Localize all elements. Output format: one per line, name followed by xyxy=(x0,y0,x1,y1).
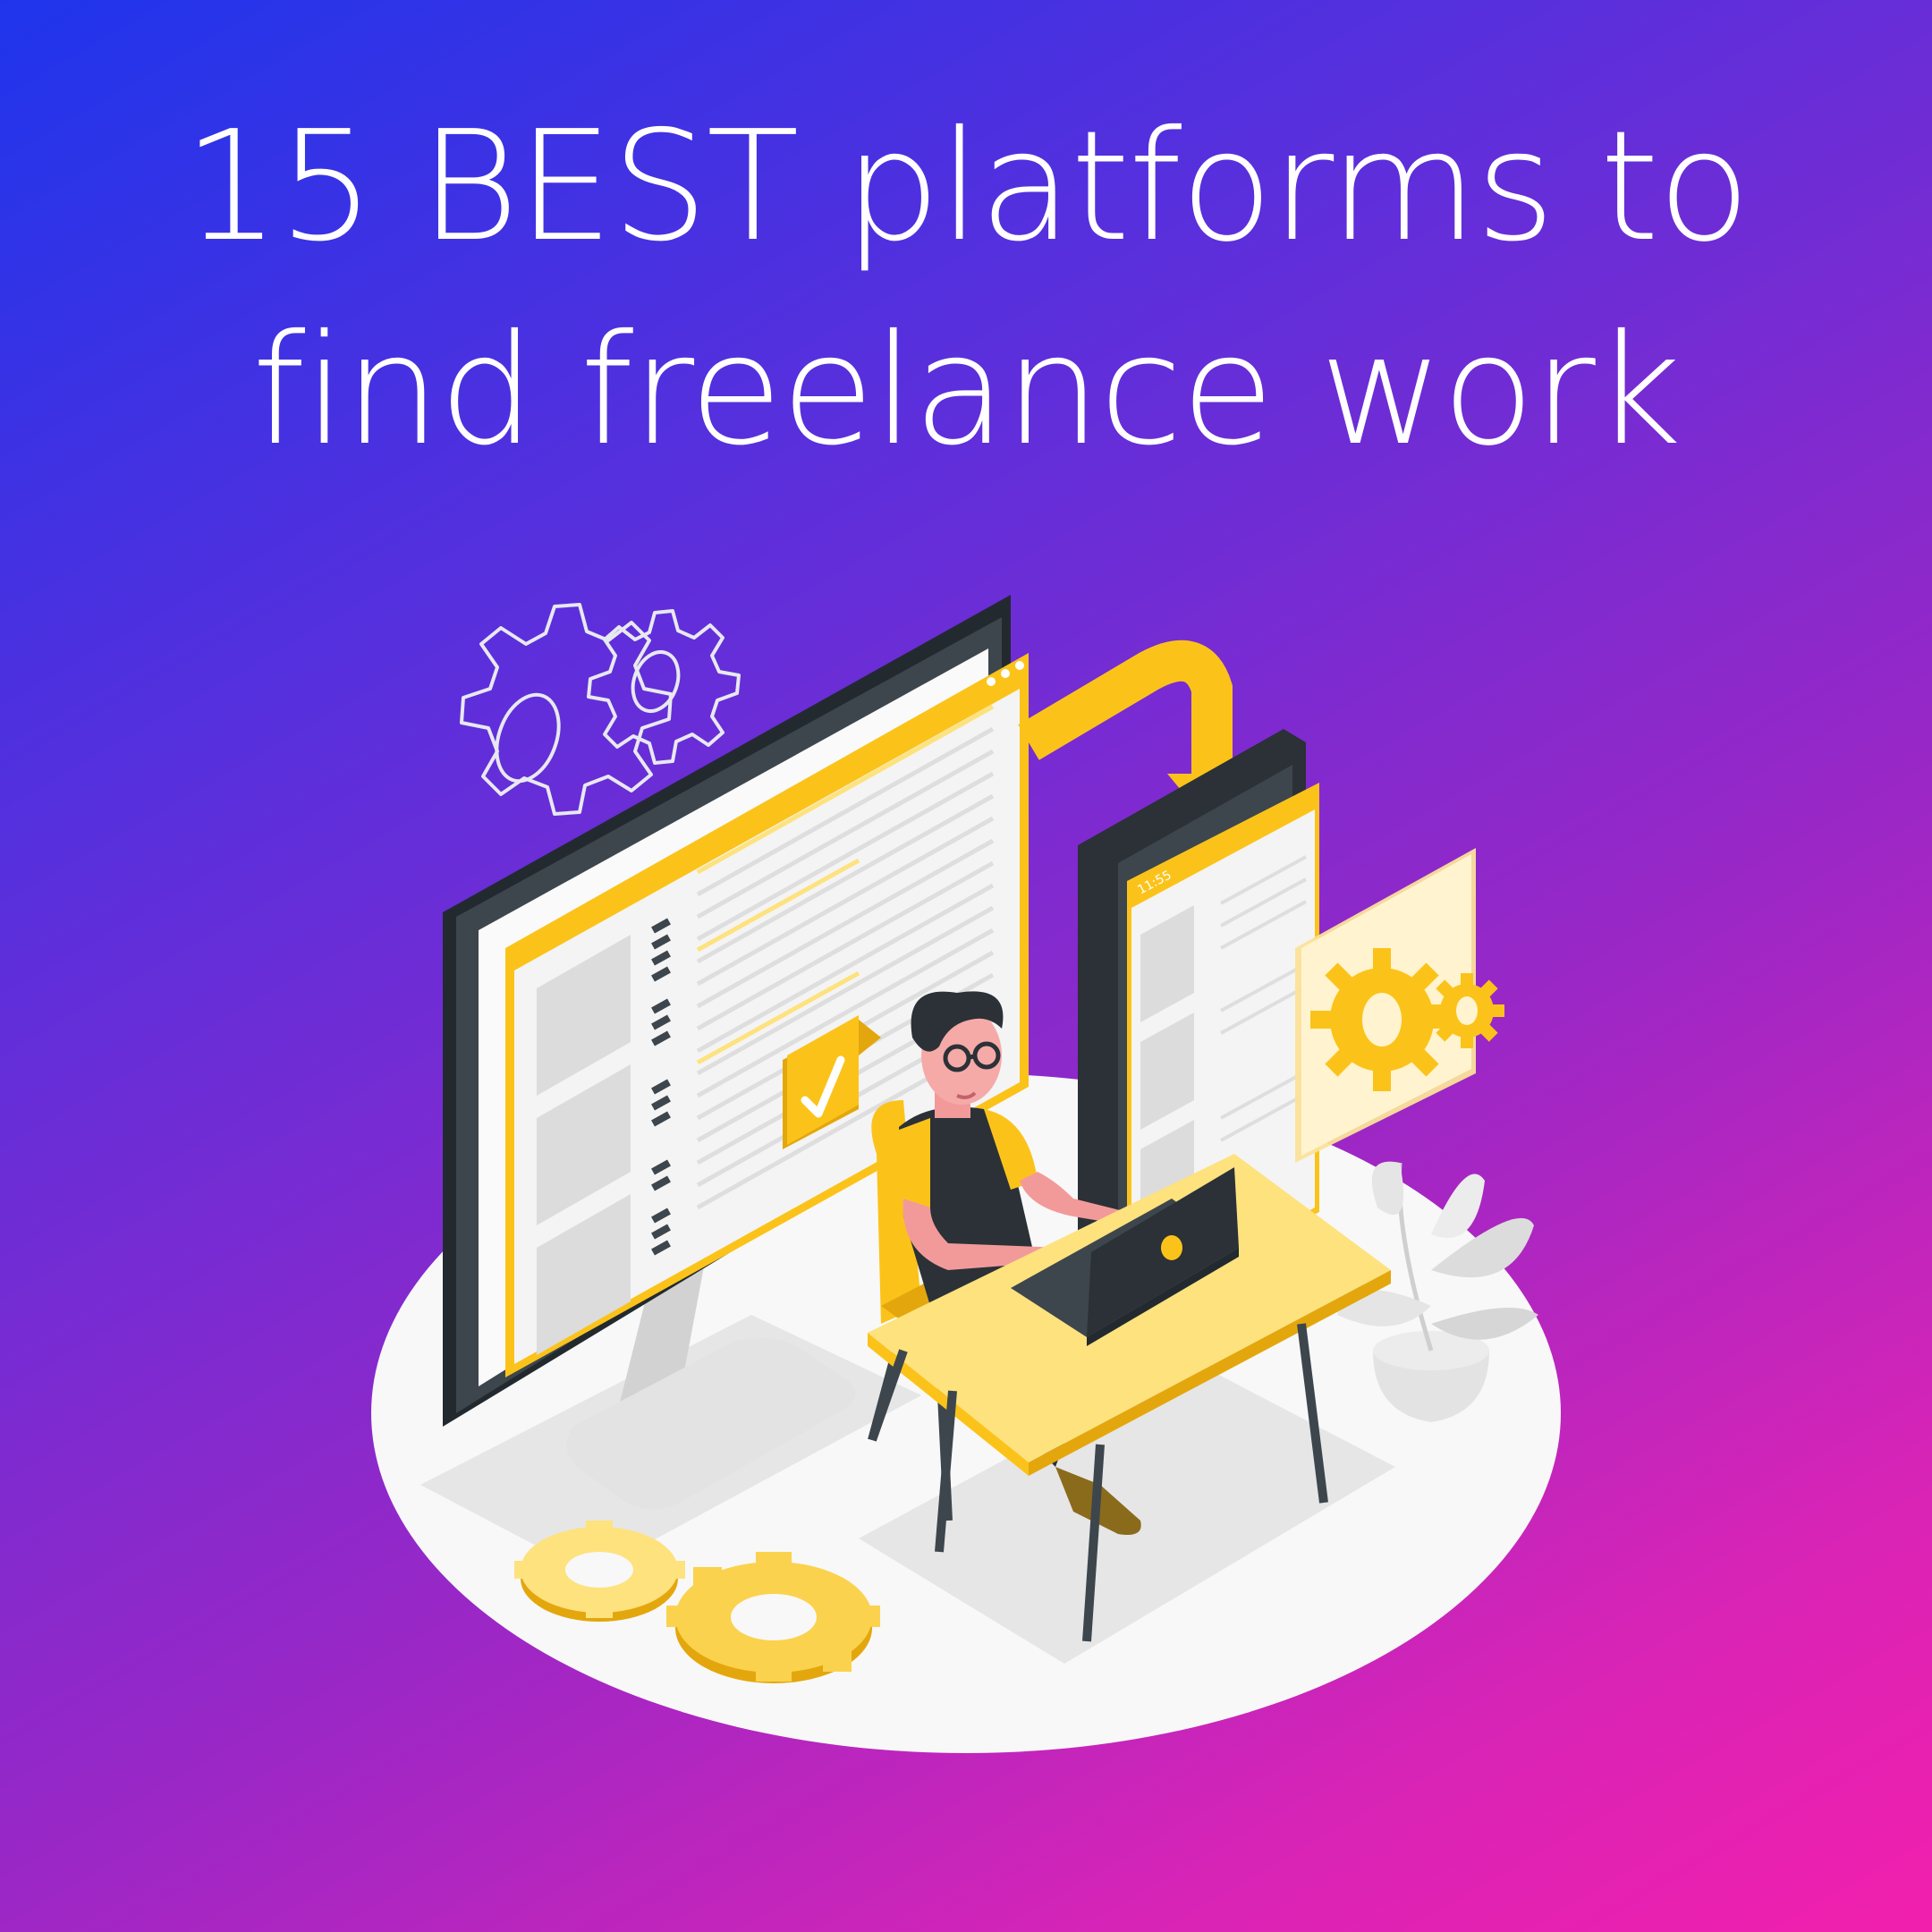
gear-icon xyxy=(1310,948,1453,1091)
browser-dot xyxy=(1001,669,1010,678)
gear-outline-small-icon xyxy=(587,609,741,765)
browser-dot xyxy=(987,677,996,686)
browser-sidebar xyxy=(537,935,631,1355)
gear-small-icon xyxy=(1429,973,1504,1048)
freelancer-illustration: 11:55 xyxy=(371,595,1561,1753)
browser-dot xyxy=(1015,661,1024,670)
arrow-icon xyxy=(1018,640,1233,783)
